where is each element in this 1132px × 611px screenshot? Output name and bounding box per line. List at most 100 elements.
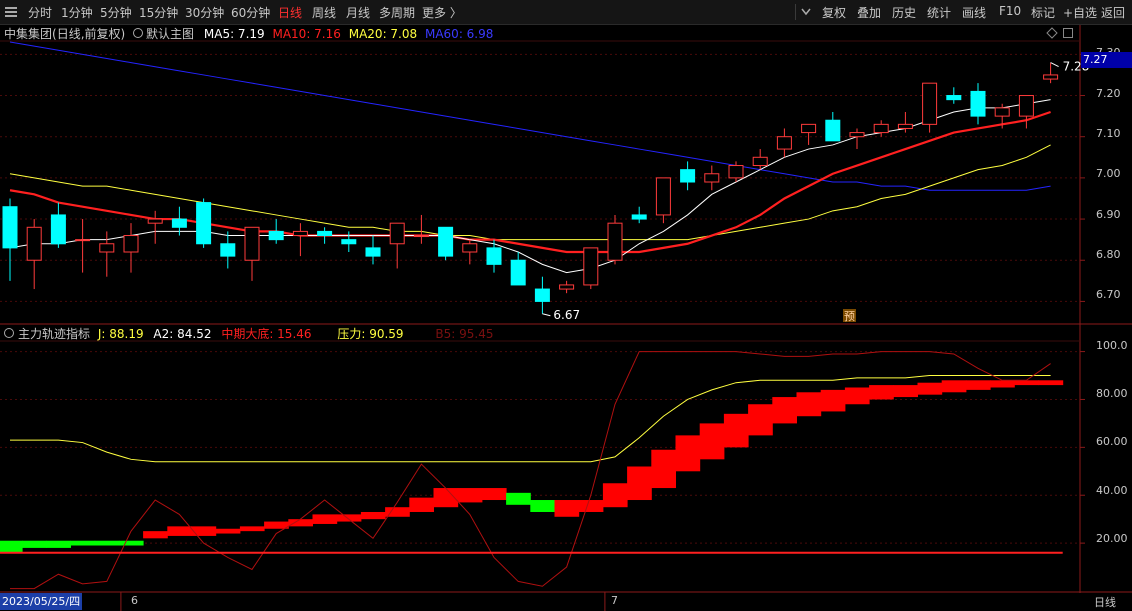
ribbon-block-red — [264, 521, 289, 529]
ribbon-block-red — [723, 413, 749, 448]
candle-down — [825, 119, 841, 142]
candle-up — [728, 165, 744, 179]
ribbon-block-red — [990, 380, 1015, 388]
pressure-readout: 压力: 90.59 — [337, 327, 404, 341]
month-label: 7 — [611, 594, 618, 607]
y-tick-label: 100.0 — [1096, 339, 1128, 352]
settings-dot-icon[interactable] — [133, 28, 144, 38]
sub-indicator-name[interactable]: 主力轨迹指标 — [18, 327, 90, 341]
ribbon-block-red — [167, 526, 192, 536]
ribbon-block-green — [22, 540, 47, 548]
ribbon-block-red — [748, 404, 773, 436]
ribbon-block-green — [530, 500, 555, 512]
current-price-tag: 7.27 — [1081, 52, 1132, 68]
ribbon-block-red — [360, 511, 386, 520]
low-pointer — [542, 313, 551, 317]
candle-down — [680, 169, 696, 183]
ribbon-block-red — [627, 466, 652, 501]
ribbon-block-red — [1014, 380, 1039, 386]
a2-readout: A2: 84.52 — [153, 327, 212, 341]
bottom-readout: 中期大底: 15.46 — [221, 327, 312, 341]
ribbon-block-red — [844, 387, 870, 405]
ma60-line — [9, 41, 1051, 191]
y-tick-label: 60.00 — [1096, 435, 1128, 448]
candle-up — [801, 123, 817, 134]
date-cursor-label: 2023/05/25/四 — [0, 593, 83, 610]
candle-down — [220, 243, 236, 257]
low-price-label: 6.67 — [553, 308, 580, 322]
candle-down — [171, 218, 187, 228]
candle-down — [946, 95, 962, 101]
candle-up — [655, 177, 671, 216]
y-tick-label: 20.00 — [1096, 532, 1128, 545]
ribbon-block-red — [288, 519, 313, 527]
settings-dot-icon[interactable] — [4, 328, 14, 338]
y-tick-label: 7.10 — [1096, 127, 1121, 140]
ribbon-block-green — [506, 492, 531, 505]
candle-up — [26, 226, 42, 261]
candle-up — [849, 132, 865, 138]
ribbon-block-red — [409, 497, 434, 512]
candle-up — [462, 243, 478, 253]
candle-down — [50, 214, 66, 245]
ribbon-block-red — [651, 449, 676, 489]
ribbon-block-red — [1038, 380, 1064, 386]
candle-up — [752, 156, 768, 167]
candle-up — [922, 82, 938, 125]
main-indicator-name[interactable]: 默认主图 — [146, 27, 194, 41]
candle-down — [510, 259, 526, 286]
candle-up — [389, 222, 405, 245]
high-pointer — [1050, 62, 1059, 68]
ribbon-block-red — [941, 380, 967, 393]
ribbon-block-red — [554, 500, 580, 517]
candle-up — [873, 123, 889, 134]
ribbon-block-red — [675, 435, 701, 472]
candle-up — [75, 239, 91, 242]
square-icon[interactable] — [1062, 27, 1074, 39]
candle-up — [413, 235, 429, 238]
ribbon-block-red — [602, 483, 628, 508]
month-label: 6 — [131, 594, 138, 607]
ribbon-block-red — [239, 526, 265, 532]
y-tick-label: 6.80 — [1096, 248, 1121, 261]
diamond-icon[interactable] — [1046, 27, 1058, 39]
y-tick-label: 6.70 — [1096, 288, 1121, 301]
ma20-line — [9, 144, 1051, 241]
ribbon-block-red — [336, 514, 362, 522]
chart-canvas[interactable]: 7.286.67 预 — [0, 0, 1132, 611]
y-tick-label: 6.90 — [1096, 208, 1121, 221]
candle-up — [994, 107, 1010, 117]
ribbon-block-red — [772, 397, 797, 424]
ribbon-block-green — [94, 540, 120, 546]
candle-down — [365, 247, 381, 257]
candle-down — [970, 90, 986, 117]
b5-readout: B5: 95.45 — [435, 327, 494, 341]
sub-panel-header: 主力轨迹指标 J: 88.19 A2: 84.52 中期大底: 15.46 压力… — [4, 325, 493, 342]
candle-up — [1043, 74, 1059, 80]
candle-up — [583, 247, 599, 286]
ma60-readout: MA60: 6.98 — [424, 27, 494, 41]
ma5-readout: MA5: 7.19 — [203, 27, 265, 41]
ribbon-block-red — [869, 385, 894, 400]
candle-up — [776, 136, 792, 150]
chart-mode: (日线,前复权) — [52, 27, 126, 41]
candle-up — [607, 222, 623, 261]
ribbon-block-red — [820, 389, 846, 412]
candle-up — [559, 284, 575, 290]
candle-down — [534, 288, 550, 302]
y-tick-label: 7.00 — [1096, 167, 1121, 180]
y-tick-label: 7.20 — [1096, 87, 1121, 100]
ma20-readout: MA20: 7.08 — [348, 27, 418, 41]
ribbon-block-red — [893, 385, 918, 398]
ribbon-block-red — [965, 380, 991, 390]
stock-name: 中集集团 — [4, 27, 53, 41]
main-panel-header: 中集集团(日线,前复权) 默认主图 MA5: 7.19 MA10: 7.16 M… — [4, 25, 493, 42]
ribbon-block-red — [578, 500, 604, 512]
candle-down — [196, 202, 212, 245]
candle-down — [486, 247, 502, 265]
ribbon-block-red — [917, 382, 943, 395]
j-readout: J: 88.19 — [97, 327, 144, 341]
candle-up — [292, 230, 308, 237]
ribbon-block-red — [215, 528, 241, 534]
ribbon-block-red — [796, 392, 822, 417]
